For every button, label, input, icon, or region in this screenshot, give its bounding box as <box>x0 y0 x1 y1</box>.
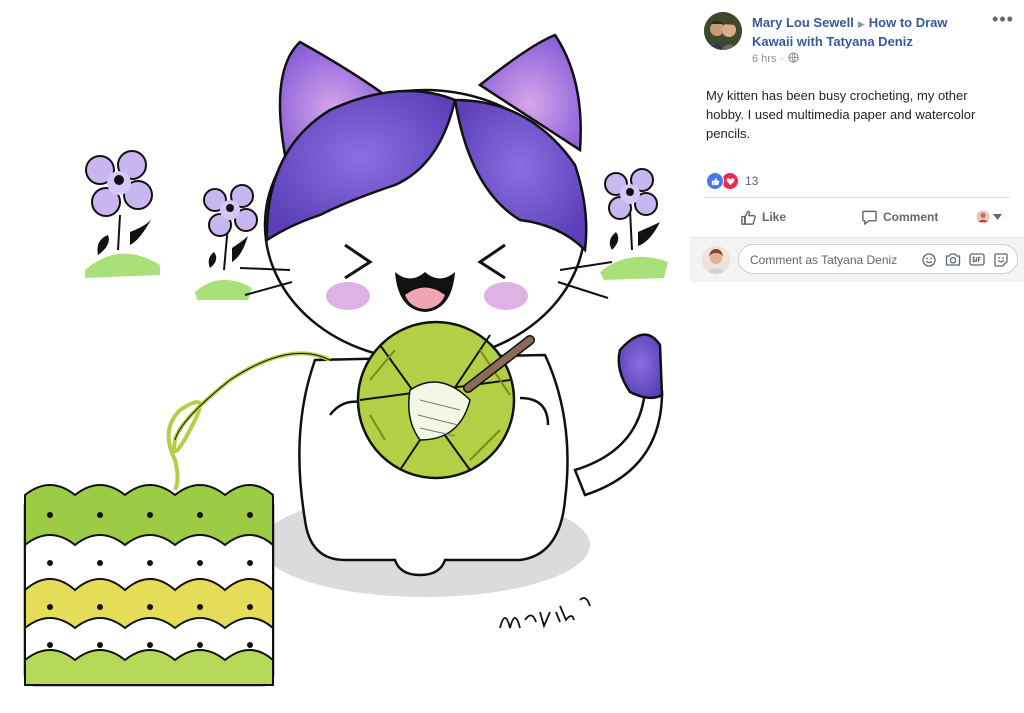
comment-placeholder: Comment as Tatyana Deniz <box>750 253 898 267</box>
artist-signature <box>499 597 591 629</box>
post-photo[interactable] <box>0 0 690 713</box>
tail <box>573 333 664 497</box>
post-text: My kitten has been busy crocheting, my o… <box>706 88 976 141</box>
sticker-icon[interactable] <box>992 252 1009 267</box>
flower-left <box>85 150 160 278</box>
chevron-down-icon <box>993 214 1002 220</box>
reaction-selector-button[interactable] <box>976 210 1002 224</box>
reaction-count: 13 <box>745 174 759 188</box>
commenter-avatar <box>702 246 730 274</box>
like-icon <box>706 172 724 190</box>
comment-label: Comment <box>883 210 939 224</box>
like-button[interactable]: Like <box>740 209 786 226</box>
globe-icon[interactable] <box>788 52 799 66</box>
post-author-line: Mary Lou Sewell ▶ How to Draw Kawaii with … <box>752 14 987 50</box>
profile-mini-icon <box>976 210 990 224</box>
action-bar: Like Comment <box>704 200 1010 234</box>
post-meta: 6 hrs · <box>752 52 799 66</box>
gif-icon[interactable] <box>968 252 985 267</box>
avatar-image <box>704 12 742 50</box>
author-name[interactable]: Mary Lou Sewell <box>752 15 854 30</box>
comment-composer: Comment as Tatyana Deniz <box>690 237 1024 282</box>
comment-tools <box>920 252 1009 267</box>
commenter-avatar-image <box>702 246 730 274</box>
flower-middle <box>195 184 258 300</box>
more-options-button[interactable]: ••• <box>992 10 1014 32</box>
yarn-ball <box>356 320 516 480</box>
flower-right <box>600 168 668 280</box>
post-time[interactable]: 6 hrs <box>752 53 776 65</box>
left-cheek <box>326 282 370 310</box>
comment-icon <box>862 210 877 225</box>
kitten-drawing <box>23 33 668 687</box>
thumbs-up-icon <box>741 210 756 225</box>
divider <box>704 197 1010 198</box>
like-label: Like <box>762 210 787 224</box>
emoji-icon[interactable] <box>920 252 937 267</box>
post-header: Mary Lou Sewell ▶ How to Draw Kawaii with … <box>704 10 1014 72</box>
comment-button[interactable]: Comment <box>861 209 938 226</box>
crochet-piece <box>23 484 275 687</box>
reaction-summary[interactable]: 13 <box>706 171 758 191</box>
post-panel: Mary Lou Sewell ▶ How to Draw Kawaii with … <box>690 0 1024 713</box>
comment-input[interactable]: Comment as Tatyana Deniz <box>738 244 1018 274</box>
author-avatar[interactable] <box>704 12 742 50</box>
right-cheek <box>484 282 528 310</box>
camera-icon[interactable] <box>944 252 961 267</box>
caret-right-icon: ▶ <box>857 19 865 29</box>
